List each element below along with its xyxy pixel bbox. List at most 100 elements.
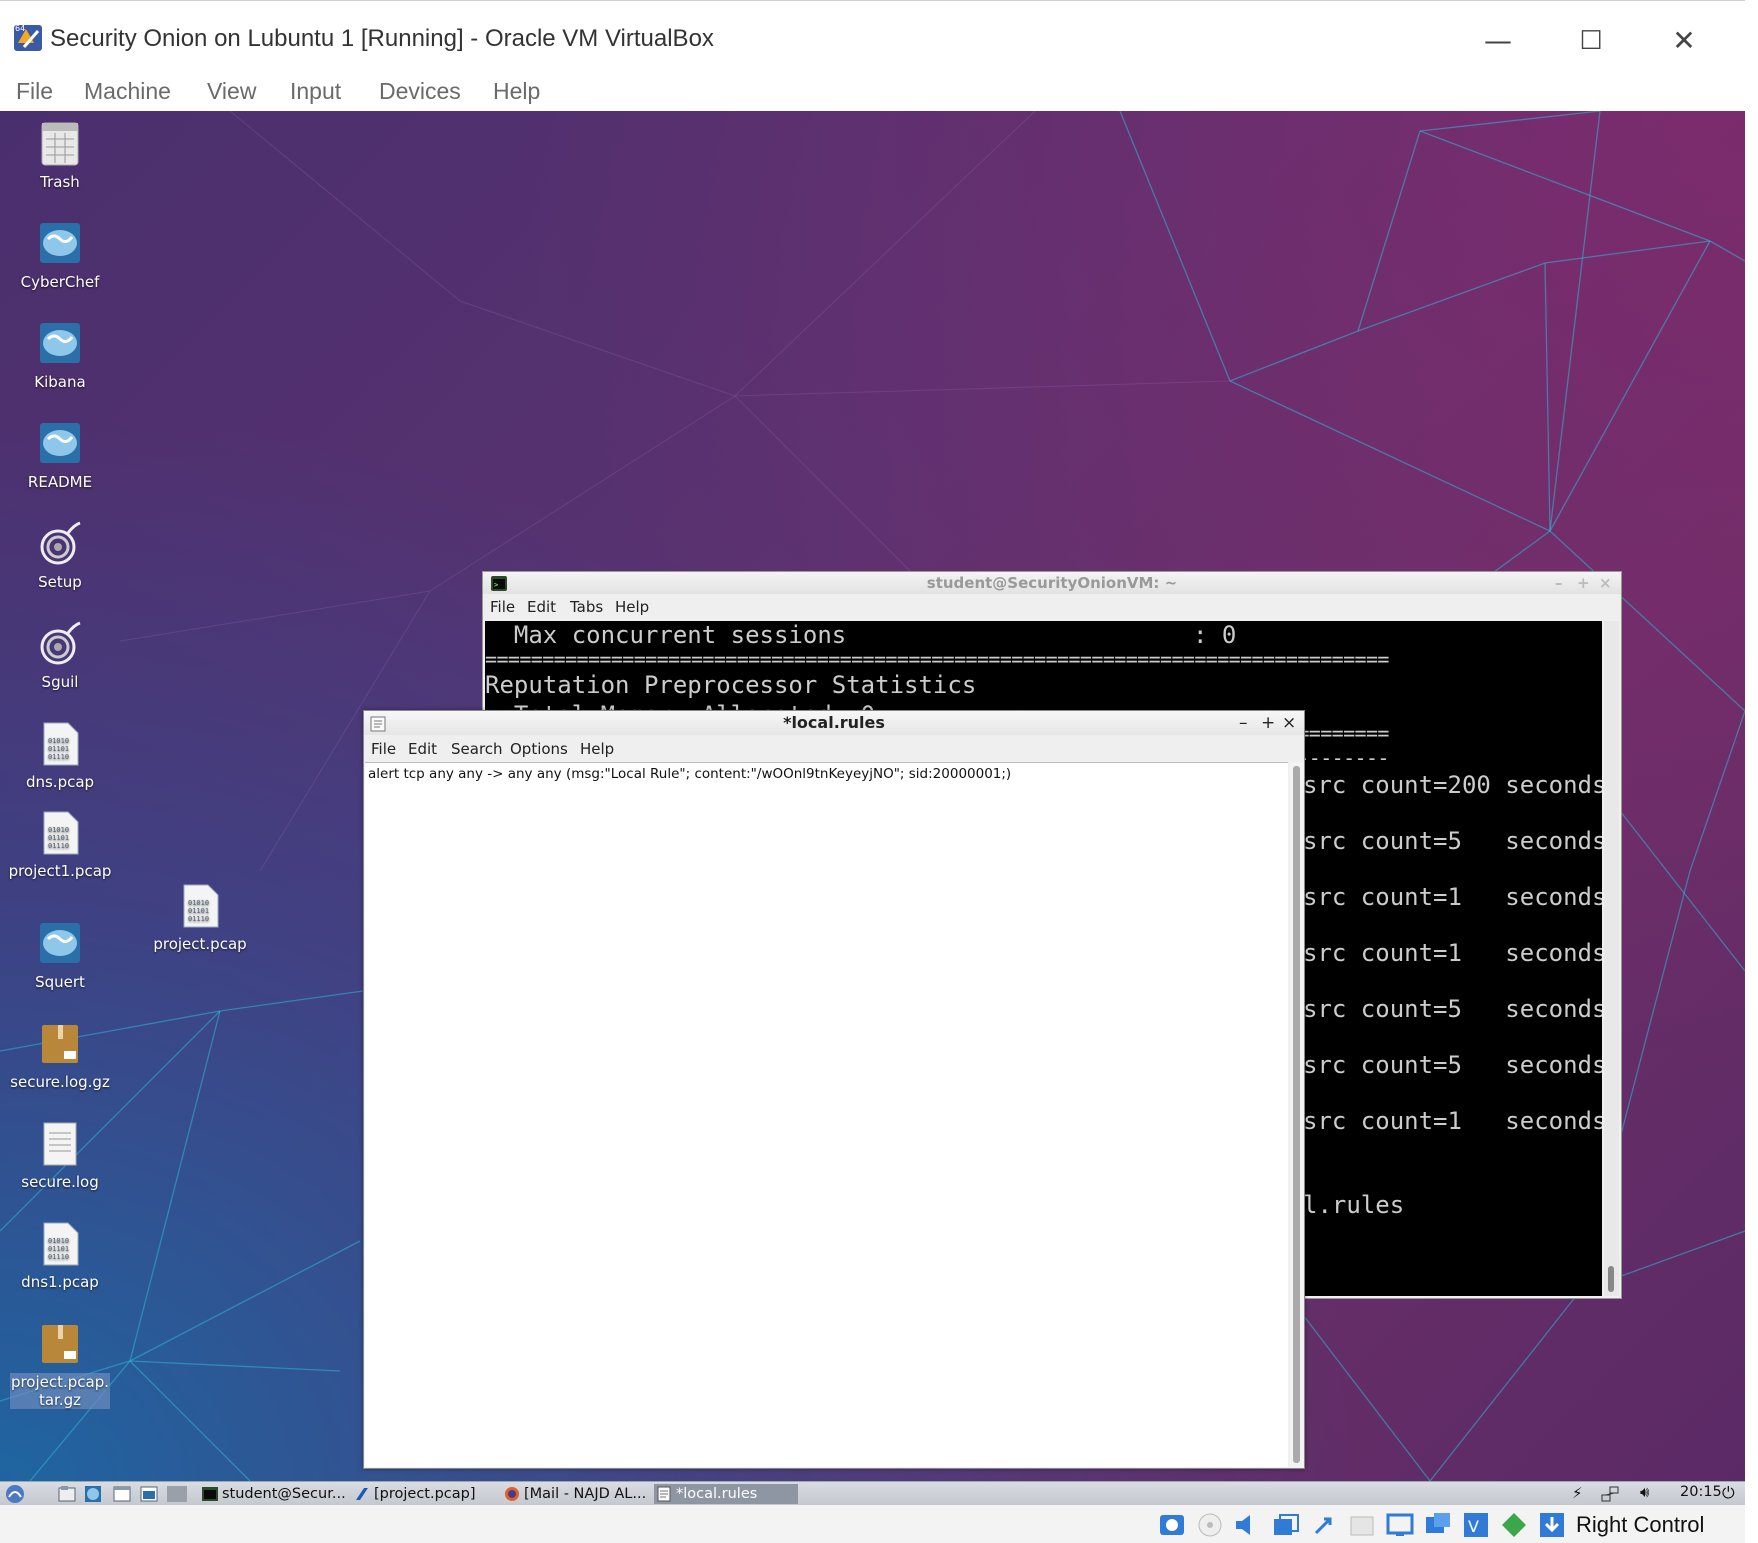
virtualbox-logo-icon: 64 <box>12 21 44 53</box>
keyboard-capture-icon[interactable] <box>1538 1511 1566 1539</box>
menu-help[interactable]: Help <box>493 78 540 105</box>
audio-icon[interactable] <box>1232 1511 1260 1539</box>
editor-maximize-button[interactable]: + <box>1261 711 1275 735</box>
power-plug-icon[interactable]: ⚡ <box>1572 1484 1583 1502</box>
video-capture-icon[interactable] <box>1424 1511 1452 1539</box>
desktop-icon-squert[interactable]: Squert <box>5 921 115 991</box>
desktop-icon-project-pcap[interactable]: 01010 01101 01110 project.pcap <box>145 883 255 953</box>
terminal-menu-help[interactable]: Help <box>615 598 649 616</box>
desktop-icon-setup[interactable]: Setup <box>5 521 115 591</box>
editor-menu-edit[interactable]: Edit <box>408 740 437 758</box>
editor-menubar: File Edit Search Options Help <box>364 735 1304 761</box>
text-editor-window[interactable]: *local.rules – + × File Edit Search Opti… <box>363 710 1305 1469</box>
desktop-icon-readme[interactable]: README <box>5 421 115 491</box>
desktop-icon-label: dns1.pcap <box>21 1273 99 1291</box>
browser-icon[interactable] <box>84 1485 102 1503</box>
desktop-switch-icon[interactable] <box>140 1485 158 1503</box>
mouse-integration-icon[interactable] <box>1500 1511 1528 1539</box>
editor-menu-options[interactable]: Options <box>510 740 568 758</box>
svg-text:01110: 01110 <box>48 753 69 761</box>
taskbar-item-terminal[interactable]: student@Secur... <box>200 1484 348 1504</box>
menu-file[interactable]: File <box>16 78 53 105</box>
terminal-menu-edit[interactable]: Edit <box>527 598 556 616</box>
desktop-icon-cyberchef[interactable]: CyberChef <box>5 221 115 291</box>
minimize-button[interactable]: — <box>1478 23 1518 59</box>
desktop-icon-secure-log-gz[interactable]: secure.log.gz <box>5 1021 115 1091</box>
usb-icon[interactable] <box>1310 1511 1338 1539</box>
terminal-scroll-thumb[interactable] <box>1608 1266 1614 1292</box>
svg-text:01110: 01110 <box>48 1253 69 1261</box>
editor-minimize-button[interactable]: – <box>1239 711 1248 735</box>
optical-drive-icon[interactable] <box>1196 1511 1224 1539</box>
editor-scrollbar[interactable] <box>1290 762 1304 1467</box>
shutdown-icon[interactable]: ⏻ <box>1722 1483 1735 1503</box>
display-icon[interactable] <box>1386 1511 1414 1539</box>
menu-view[interactable]: View <box>207 78 256 105</box>
svg-text:V: V <box>1468 1517 1479 1536</box>
desktop-icon-label: project.pcap <box>153 935 247 953</box>
onion-icon <box>38 521 82 567</box>
desktop-icon-sguil[interactable]: Sguil <box>5 621 115 691</box>
desktop-icon-kibana[interactable]: Kibana <box>5 321 115 391</box>
menu-devices[interactable]: Devices <box>379 78 461 105</box>
globe-app-icon <box>38 221 82 267</box>
guest-desktop[interactable]: Trash CyberChef Kibana README Setup Sgui… <box>0 111 1745 1481</box>
editor-menu-search[interactable]: Search <box>451 740 503 758</box>
binary-file-icon: 01010 01101 01110 <box>38 810 82 856</box>
terminal-maximize-button[interactable]: + <box>1577 572 1590 594</box>
vt-x-icon[interactable]: V <box>1462 1511 1490 1539</box>
network-icon[interactable] <box>1600 1485 1620 1503</box>
volume-icon[interactable]: 🔊︎ <box>1640 1483 1649 1501</box>
desktop-icon-project-pcap-tar-gz[interactable]: project.pcap.tar.gz <box>5 1321 115 1409</box>
network-adapter-icon[interactable] <box>1272 1511 1300 1539</box>
taskbar-item-mail[interactable]: [Mail - NAJD AL... <box>502 1484 650 1504</box>
menu-input[interactable]: Input <box>290 78 341 105</box>
globe-app-icon <box>38 421 82 467</box>
desktop-icon-secure-log[interactable]: secure.log <box>5 1121 115 1191</box>
terminal-line: Reputation Preprocessor Statistics <box>485 671 977 699</box>
trash-icon <box>38 121 82 167</box>
terminal-close-button[interactable]: × <box>1599 572 1612 594</box>
task-label: *local.rules <box>676 1486 758 1502</box>
desktop-icon-project1-pcap[interactable]: 01010 01101 01110 project1.pcap <box>5 810 115 880</box>
desktop-icon-dns-pcap[interactable]: 01010 01101 01110 dns.pcap <box>5 721 115 791</box>
maximize-button[interactable]: ☐ <box>1571 23 1611 59</box>
desktop-icon-label: Trash <box>40 173 80 191</box>
menu-machine[interactable]: Machine <box>84 78 171 105</box>
terminal-menu-tabs[interactable]: Tabs <box>570 598 603 616</box>
desktop-icon-dns1-pcap[interactable]: 01010 01101 01110 dns1.pcap <box>5 1221 115 1291</box>
terminal-menu-file[interactable]: File <box>490 598 515 616</box>
svg-text:64: 64 <box>15 24 25 33</box>
terminal-titlebar[interactable]: > student@SecurityOnionVM: ~ – + × <box>483 572 1621 594</box>
vbox-titlebar: 64 Security Onion on Lubuntu 1 [Running]… <box>0 0 1745 78</box>
taskbar-item-wireshark[interactable]: [project.pcap] <box>352 1484 500 1504</box>
terminal-minimize-button[interactable]: – <box>1555 572 1563 594</box>
workspace-pager[interactable] <box>167 1485 187 1503</box>
file-manager-icon[interactable] <box>58 1485 76 1503</box>
terminal-title: student@SecurityOnionVM: ~ <box>926 574 1178 592</box>
editor-close-button[interactable]: × <box>1282 711 1296 735</box>
vbox-menubar: File Machine View Input Devices Help <box>0 78 1745 112</box>
desktop-icon-label: Setup <box>38 573 82 591</box>
svg-text:01010: 01010 <box>48 737 69 745</box>
editor-text-area[interactable]: alert tcp any any -> any any (msg:"Local… <box>365 762 1288 1467</box>
terminal-line: l.rules <box>1303 1191 1405 1219</box>
editor-menu-file[interactable]: File <box>371 740 396 758</box>
terminal-launcher-icon[interactable] <box>113 1485 131 1503</box>
close-button[interactable]: ✕ <box>1664 23 1704 59</box>
start-menu-icon[interactable] <box>4 1484 26 1504</box>
shared-folders-icon[interactable] <box>1348 1511 1376 1539</box>
host-key-label: Right Control <box>1576 1512 1705 1537</box>
editor-scroll-thumb[interactable] <box>1293 766 1300 1463</box>
desktop-icon-trash[interactable]: Trash <box>5 121 115 191</box>
globe-app-icon <box>38 921 82 967</box>
hard-disk-icon[interactable] <box>1158 1511 1186 1539</box>
desktop-icon-label: secure.log <box>21 1173 99 1191</box>
terminal-scrollbar[interactable] <box>1604 621 1619 1296</box>
terminal-line: src count=1 seconds= <box>1303 883 1602 911</box>
taskbar-item-local-rules[interactable]: *local.rules <box>654 1484 798 1504</box>
binary-file-icon: 01010 01101 01110 <box>178 883 222 929</box>
editor-titlebar[interactable]: *local.rules – + × <box>364 711 1304 735</box>
editor-menu-help[interactable]: Help <box>580 740 614 758</box>
clock[interactable]: 20:15 <box>1680 1484 1722 1500</box>
